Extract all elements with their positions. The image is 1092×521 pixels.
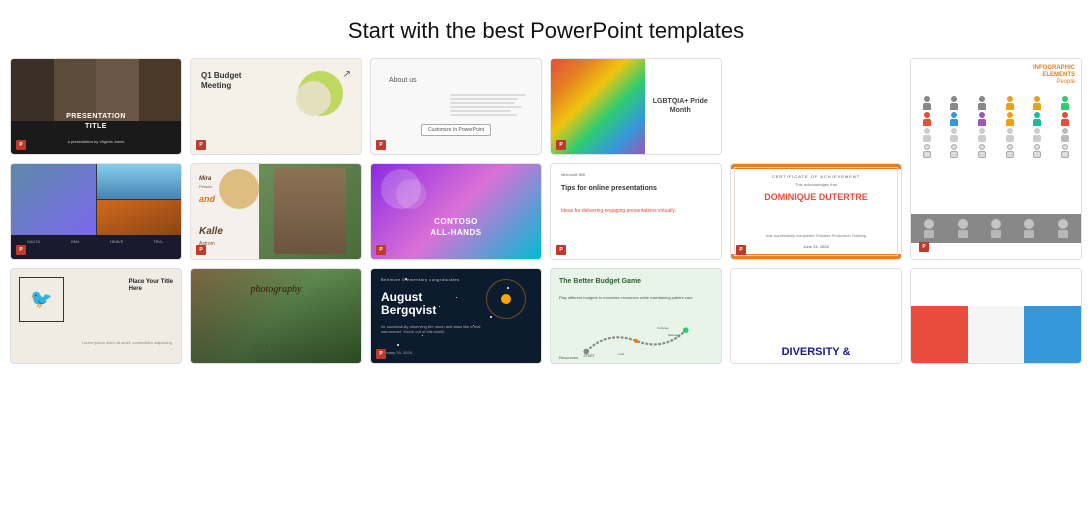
sun-icon [501, 294, 511, 304]
circle-decor [219, 169, 259, 209]
card-subtitle: Ideas for delivering engaging presentati… [561, 208, 711, 215]
name2-label: Person [199, 184, 212, 189]
template-card-astronomy[interactable]: Bellmore Elementary congratulates August… [370, 268, 542, 365]
cert-title: CERTIFICATE OF ACHIEVEMENT [731, 174, 901, 179]
template-card-bars[interactable] [910, 268, 1082, 365]
orbit-decor [486, 279, 526, 319]
circle-decor-2 [396, 179, 426, 209]
powerpoint-icon: P [556, 140, 566, 150]
template-card-contoso[interactable]: CONTOSOALL-HANDS P [370, 163, 542, 260]
cert-ack: This acknowledges that [731, 182, 901, 187]
template-card-pride[interactable]: LGBTQIA+ Pride Month P [550, 58, 722, 155]
powerpoint-icon: P [376, 140, 386, 150]
template-card-diversity[interactable]: DIVERSITY & [730, 268, 902, 365]
svg-text:Luck: Luck [618, 352, 625, 356]
bird-icon: 🐦 [30, 289, 52, 310]
name4-label: Kalle [199, 226, 223, 237]
card-title: CONTOSOALL-HANDS [381, 216, 531, 238]
template-card-infographic-large[interactable]: INFOGRAPHICELEMENTS People [910, 58, 1082, 260]
bird-frame: 🐦 [19, 277, 64, 322]
template-card-travel[interactable]: MULTA BM4 HEAVE TRVL P [10, 163, 182, 260]
svg-text:Massage: Massage [668, 333, 680, 337]
card-title: The Better Budget Game [559, 277, 713, 286]
template-card-tips[interactable]: Microsoft 365 Tips for online presentati… [550, 163, 722, 260]
name1-label: Mira [199, 176, 211, 182]
beige-circle-decor [296, 81, 331, 116]
template-card-photography[interactable]: photography PORTFOLIO [190, 268, 362, 365]
card-desc: Lorem ipsum dolor sit amet, consectetur … [82, 340, 173, 346]
card-subtitle: PORTFOLIO [191, 343, 361, 348]
powerpoint-icon: P [736, 245, 746, 255]
customize-button[interactable]: Customize In PowerPoint [421, 124, 491, 136]
card-title: Q1 BudgetMeeting [201, 71, 241, 92]
infographic-gray-section [911, 214, 1081, 243]
page-title: Start with the best PowerPoint templates [0, 0, 1092, 58]
label-strip: MULTA BM4 HEAVE TRVL [11, 235, 181, 259]
resources-label: Resources [559, 355, 578, 360]
card-subtitle: Play different budgets to maximize resou… [559, 295, 713, 300]
cert-desc: for successfully observing the moon and … [381, 324, 486, 335]
card-title: photography [191, 284, 361, 296]
template-card-bird[interactable]: 🐦 Place Your TitleHere Lorem ipsum dolor… [10, 268, 182, 365]
template-card-certificate[interactable]: CERTIFICATE OF ACHIEVEMENT This acknowle… [730, 163, 902, 260]
photo-bg [259, 164, 361, 259]
color-bars [911, 306, 1081, 363]
card-title: About us [389, 77, 417, 84]
people-icons-section [911, 93, 1081, 214]
cert-border [734, 167, 898, 256]
cert-desc: has successfully completed Chinese Produ… [739, 233, 893, 239]
template-card-q1-budget[interactable]: Q1 BudgetMeeting ↗ P [190, 58, 362, 155]
cert-name: DOMINIQUE DUTERTRE [731, 192, 901, 203]
powerpoint-icon: P [376, 245, 386, 255]
game-path: START Compete Massage Luck [559, 316, 713, 359]
card-subtitle: a presentation by Virginia Jones [11, 139, 181, 144]
powerpoint-icon: P [16, 245, 26, 255]
template-card-wedding[interactable]: Mira Person and Kalle Astrom P [190, 163, 362, 260]
svg-text:START: START [583, 354, 595, 358]
text-lines-decor [450, 94, 527, 118]
ms365-label: Microsoft 365 [561, 172, 585, 177]
powerpoint-icon: P [556, 245, 566, 255]
template-grid: PRESENTATIONTITLE a presentation by Virg… [0, 58, 1092, 374]
powerpoint-icon: P [376, 349, 386, 359]
card-title: DIVERSITY & [731, 347, 901, 358]
svg-text:Compete: Compete [657, 325, 669, 329]
arrow-icon: ↗ [343, 69, 351, 80]
name3-label: and [199, 194, 215, 204]
cert-name: AugustBergqvist [381, 291, 436, 317]
diversity-bg: DIVERSITY & [731, 347, 901, 363]
powerpoint-icon: P [919, 242, 929, 252]
card-title: Tips for online presentations [561, 184, 711, 193]
card-title: PRESENTATIONTITLE [11, 112, 181, 132]
game-path-svg: START Compete Massage Luck [559, 316, 713, 359]
template-card-budget-game[interactable]: The Better Budget Game Play different bu… [550, 268, 722, 365]
template-card-about-us[interactable]: About us Customize In PowerPoint P [370, 58, 542, 155]
powerpoint-icon: P [196, 245, 206, 255]
cert-date: June 24, 2026 [731, 244, 901, 249]
powerpoint-icon: P [16, 140, 26, 150]
powerpoint-icon: P [196, 140, 206, 150]
infographic-header: INFOGRAPHICELEMENTS People [911, 59, 1081, 93]
collage-images [11, 164, 181, 235]
template-card-presentation-title[interactable]: PRESENTATIONTITLE a presentation by Virg… [10, 58, 182, 155]
card-title: Place Your TitleHere [129, 279, 173, 295]
card-title: LGBTQIA+ Pride Month [645, 97, 716, 115]
